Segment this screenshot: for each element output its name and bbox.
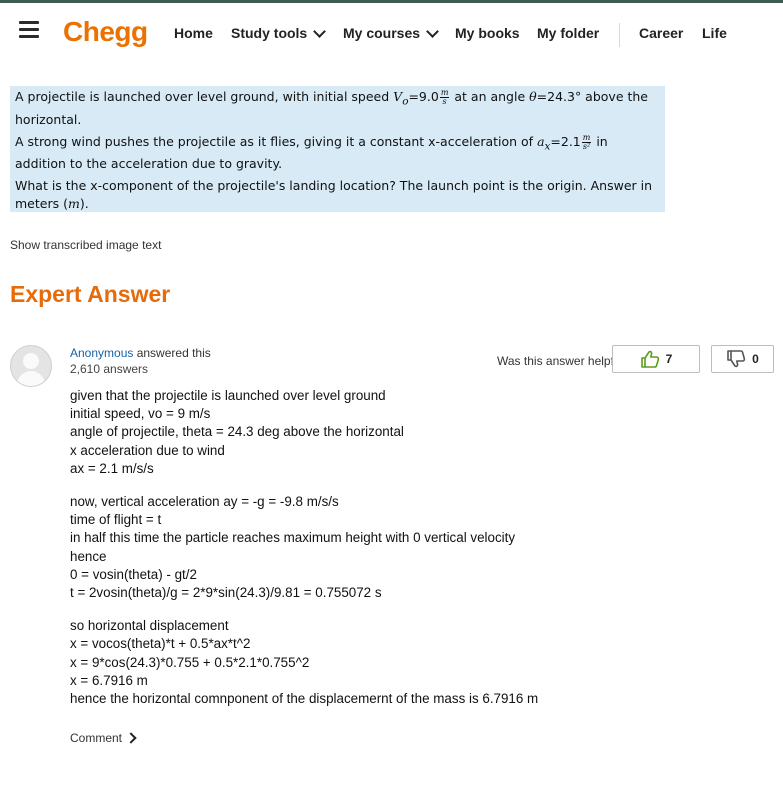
answer-line: given that the projectile is launched ov… (70, 388, 386, 403)
thumbs-up-icon (640, 350, 659, 368)
nav-my-books-label: My books (455, 25, 520, 41)
q2-accel-value: =2.1 (550, 133, 581, 149)
math-v-symbol: V (393, 89, 403, 104)
helpful-label: Was this answer helpful? (497, 354, 630, 368)
math-m: m (67, 196, 80, 211)
downvote-count: 0 (752, 352, 759, 366)
q1-speed-value: =9.0 (408, 89, 439, 104)
answer-line: ax = 2.1 m/s/s (70, 460, 154, 476)
chevron-down-icon (313, 24, 327, 38)
nav-study-tools-label: Study tools (231, 25, 308, 41)
math-ax: ax (537, 133, 550, 153)
q2-text-start: A strong wind pushes the projectile as i… (15, 133, 538, 149)
show-transcribed-link[interactable]: Show transcribed image text (10, 238, 161, 252)
answer-line: angle of projectile, theta = 24.3 deg ab… (70, 424, 404, 440)
nav-career-label: Career (639, 25, 684, 41)
unit-fraction: ms (439, 89, 450, 106)
answer-line: so horizontal displacement (70, 618, 229, 634)
avatar (10, 345, 52, 387)
nav-home[interactable]: Home (174, 25, 213, 41)
answer-line: hence (70, 548, 107, 564)
thumbs-down-button[interactable]: 0 (711, 345, 774, 373)
chegg-logo[interactable]: Chegg (63, 16, 148, 48)
math-v: Vo (393, 89, 408, 108)
answer-line: t = 2vosin(theta)/g = 2*9*sin(24.3)/9.81… (70, 585, 382, 601)
question-paragraph-2: A strong wind pushes the projectile as i… (15, 133, 660, 174)
answer-line: 0 = vosin(theta) - gt/2 (70, 566, 197, 582)
top-navigation: Chegg Home Study tools My courses My boo… (0, 3, 783, 63)
answer-line: x = vocos(theta)*t + 0.5*ax*t^2 (70, 636, 251, 652)
math-a-symbol: a (537, 133, 545, 149)
answerer-line: Anonymous answered this (70, 346, 211, 360)
chevron-right-icon (125, 732, 137, 744)
nav-life-label: Life (702, 25, 727, 41)
answerer-name[interactable]: Anonymous (70, 346, 133, 360)
answer-line: now, vertical acceleration ay = -g = -9.… (70, 494, 339, 510)
q1-text-start: A projectile is launched over level grou… (15, 89, 394, 104)
comment-label: Comment (70, 731, 123, 745)
q1-text-mid: at an angle (450, 89, 530, 104)
answer-line: in half this time the particle reaches m… (70, 530, 516, 546)
thumbs-down-icon (727, 350, 746, 368)
answer-line: x = 9*cos(24.3)*0.755 + 0.5*2.1*0.755^2 (70, 654, 310, 670)
answer-line: x = 6.7916 m (70, 672, 148, 688)
question-box: A projectile is launched over level grou… (10, 86, 665, 212)
nav-my-folder-label: My folder (537, 25, 600, 41)
thumbs-up-button[interactable]: 7 (612, 345, 700, 373)
nav-my-courses-label: My courses (343, 25, 421, 41)
upvote-count: 7 (665, 352, 673, 366)
q3-text-start: What is the x-component of the projectil… (15, 178, 653, 211)
nav-life[interactable]: Life (702, 25, 727, 41)
chevron-down-icon (426, 24, 439, 38)
question-paragraph-3: What is the x-component of the projectil… (15, 177, 660, 213)
menu-icon[interactable] (19, 21, 39, 41)
nav-my-folder[interactable]: My folder (537, 25, 599, 41)
math-theta: θ (529, 89, 537, 104)
comment-button[interactable]: Comment (70, 731, 137, 745)
nav-my-courses[interactable]: My courses (343, 24, 439, 41)
answer-line: x acceleration due to wind (70, 442, 225, 458)
nav-divider (619, 23, 620, 47)
unit-fraction: m s² (581, 133, 592, 151)
answer-line: initial speed, vo = 9 m/s (70, 406, 211, 422)
expert-answer-heading: Expert Answer (10, 281, 171, 307)
nav-study-tools[interactable]: Study tools (231, 24, 327, 41)
nav-my-books[interactable]: My books (455, 25, 520, 41)
nav-career[interactable]: Career (639, 25, 683, 41)
nav-home-label: Home (174, 25, 213, 41)
answer-body: given that the projectile is launched ov… (70, 387, 730, 708)
answerer-suffix: answered this (133, 346, 211, 360)
unit-denominator: s (442, 97, 447, 106)
q3-text-end: ). (79, 196, 89, 211)
question-paragraph-1: A projectile is launched over level grou… (15, 88, 660, 129)
answer-line: hence the horizontal comnponent of the d… (70, 691, 539, 707)
answer-count: 2,610 answers (70, 362, 149, 376)
unit-denominator: s² (582, 141, 591, 151)
answer-line: time of flight = t (70, 512, 162, 528)
